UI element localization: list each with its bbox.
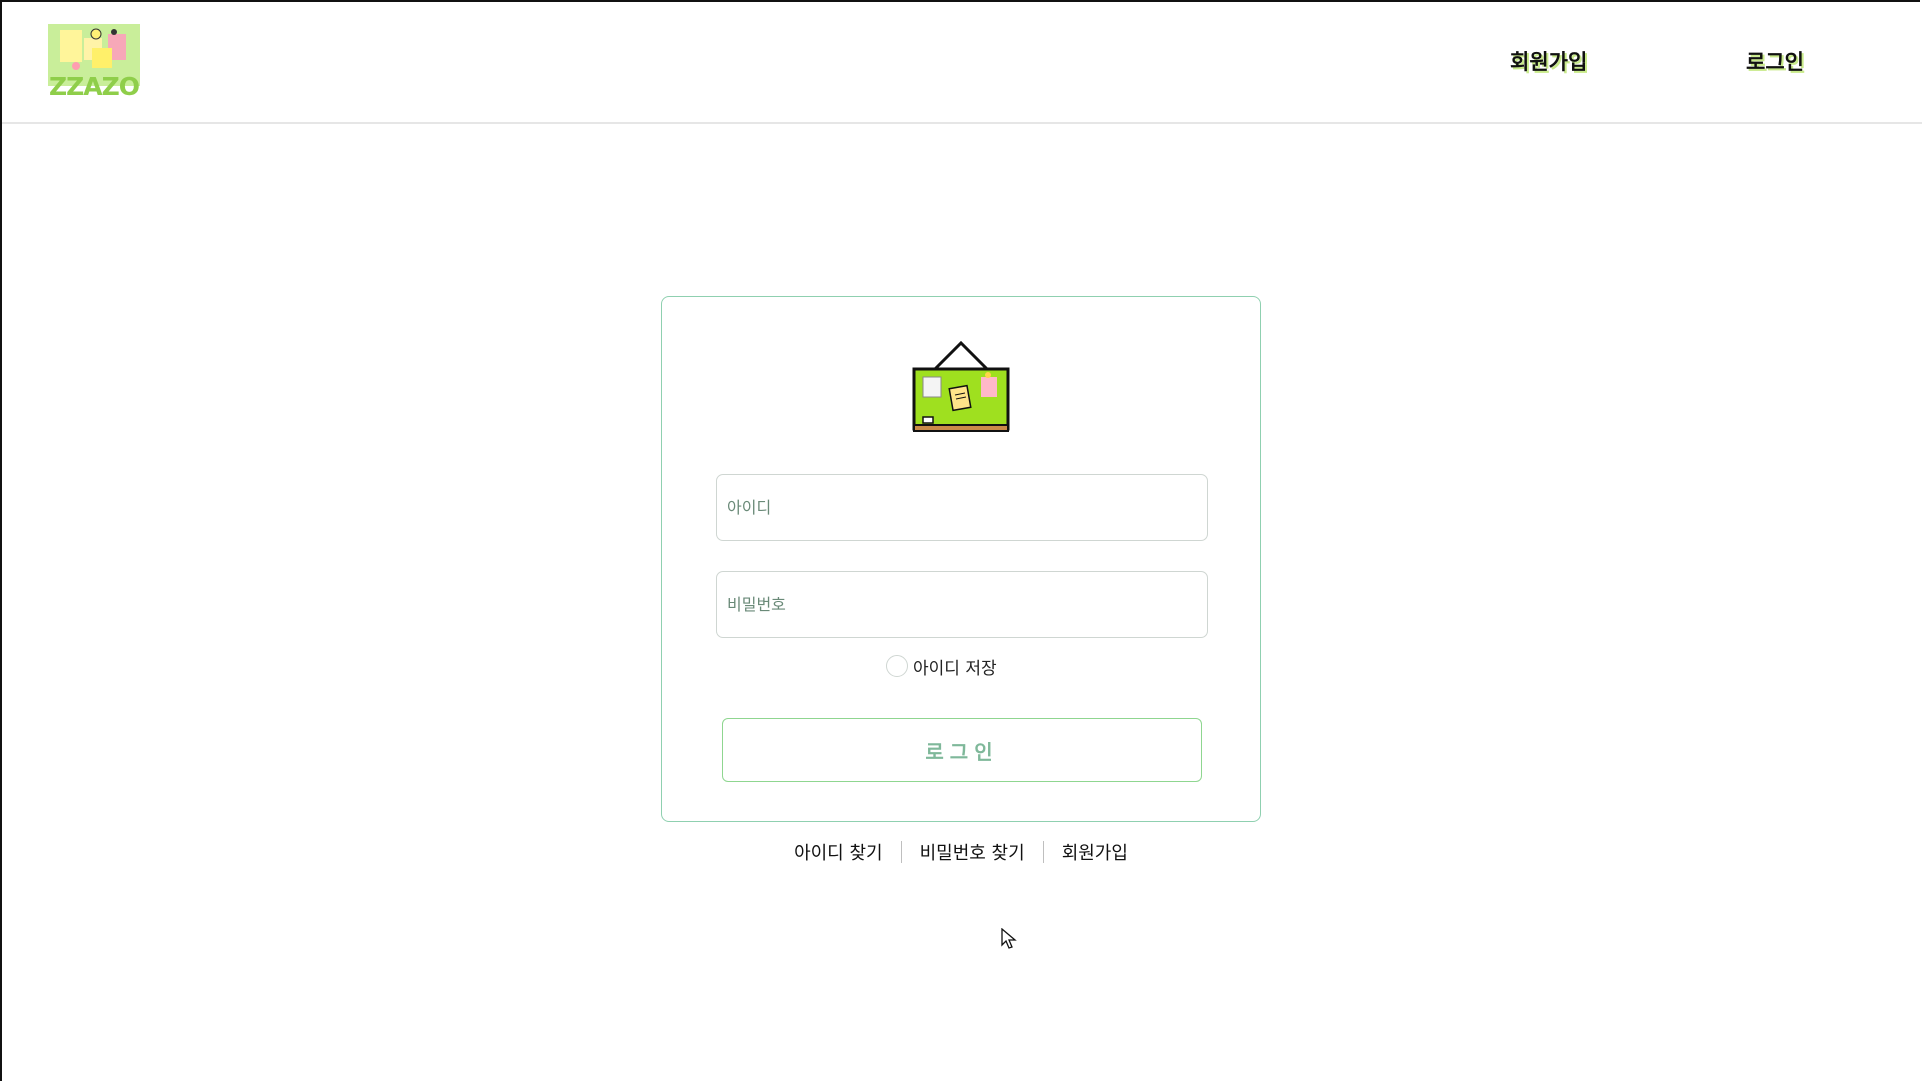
remember-id-label: 아이디 저장 xyxy=(913,658,997,679)
login-card: 아이디 저장 로그인 xyxy=(661,296,1261,822)
link-divider xyxy=(1042,841,1044,863)
find-id-link[interactable]: 아이디 찾기 xyxy=(794,839,883,865)
password-input[interactable] xyxy=(716,571,1208,638)
remember-id-radio[interactable] xyxy=(886,655,908,677)
nav-login-link[interactable]: 로그인 xyxy=(1746,46,1804,76)
login-submit-button[interactable]: 로그인 xyxy=(722,718,1202,782)
bulletin-board-icon xyxy=(911,340,1011,435)
id-input[interactable] xyxy=(716,474,1208,541)
site-header: ZZAZO 회원가입 로그인 xyxy=(2,2,1922,124)
nav-signup-link[interactable]: 회원가입 xyxy=(1510,46,1587,76)
find-password-link[interactable]: 비밀번호 찾기 xyxy=(920,839,1025,865)
logo-text: ZZAZO xyxy=(49,72,140,101)
mouse-pointer-icon xyxy=(1001,927,1017,950)
link-divider xyxy=(900,841,902,863)
account-links: 아이디 찾기 비밀번호 찾기 회원가입 xyxy=(661,839,1261,865)
remember-id-option[interactable]: 아이디 저장 xyxy=(886,653,997,679)
signup-link[interactable]: 회원가입 xyxy=(1062,839,1128,865)
site-logo[interactable]: ZZAZO xyxy=(46,20,142,104)
